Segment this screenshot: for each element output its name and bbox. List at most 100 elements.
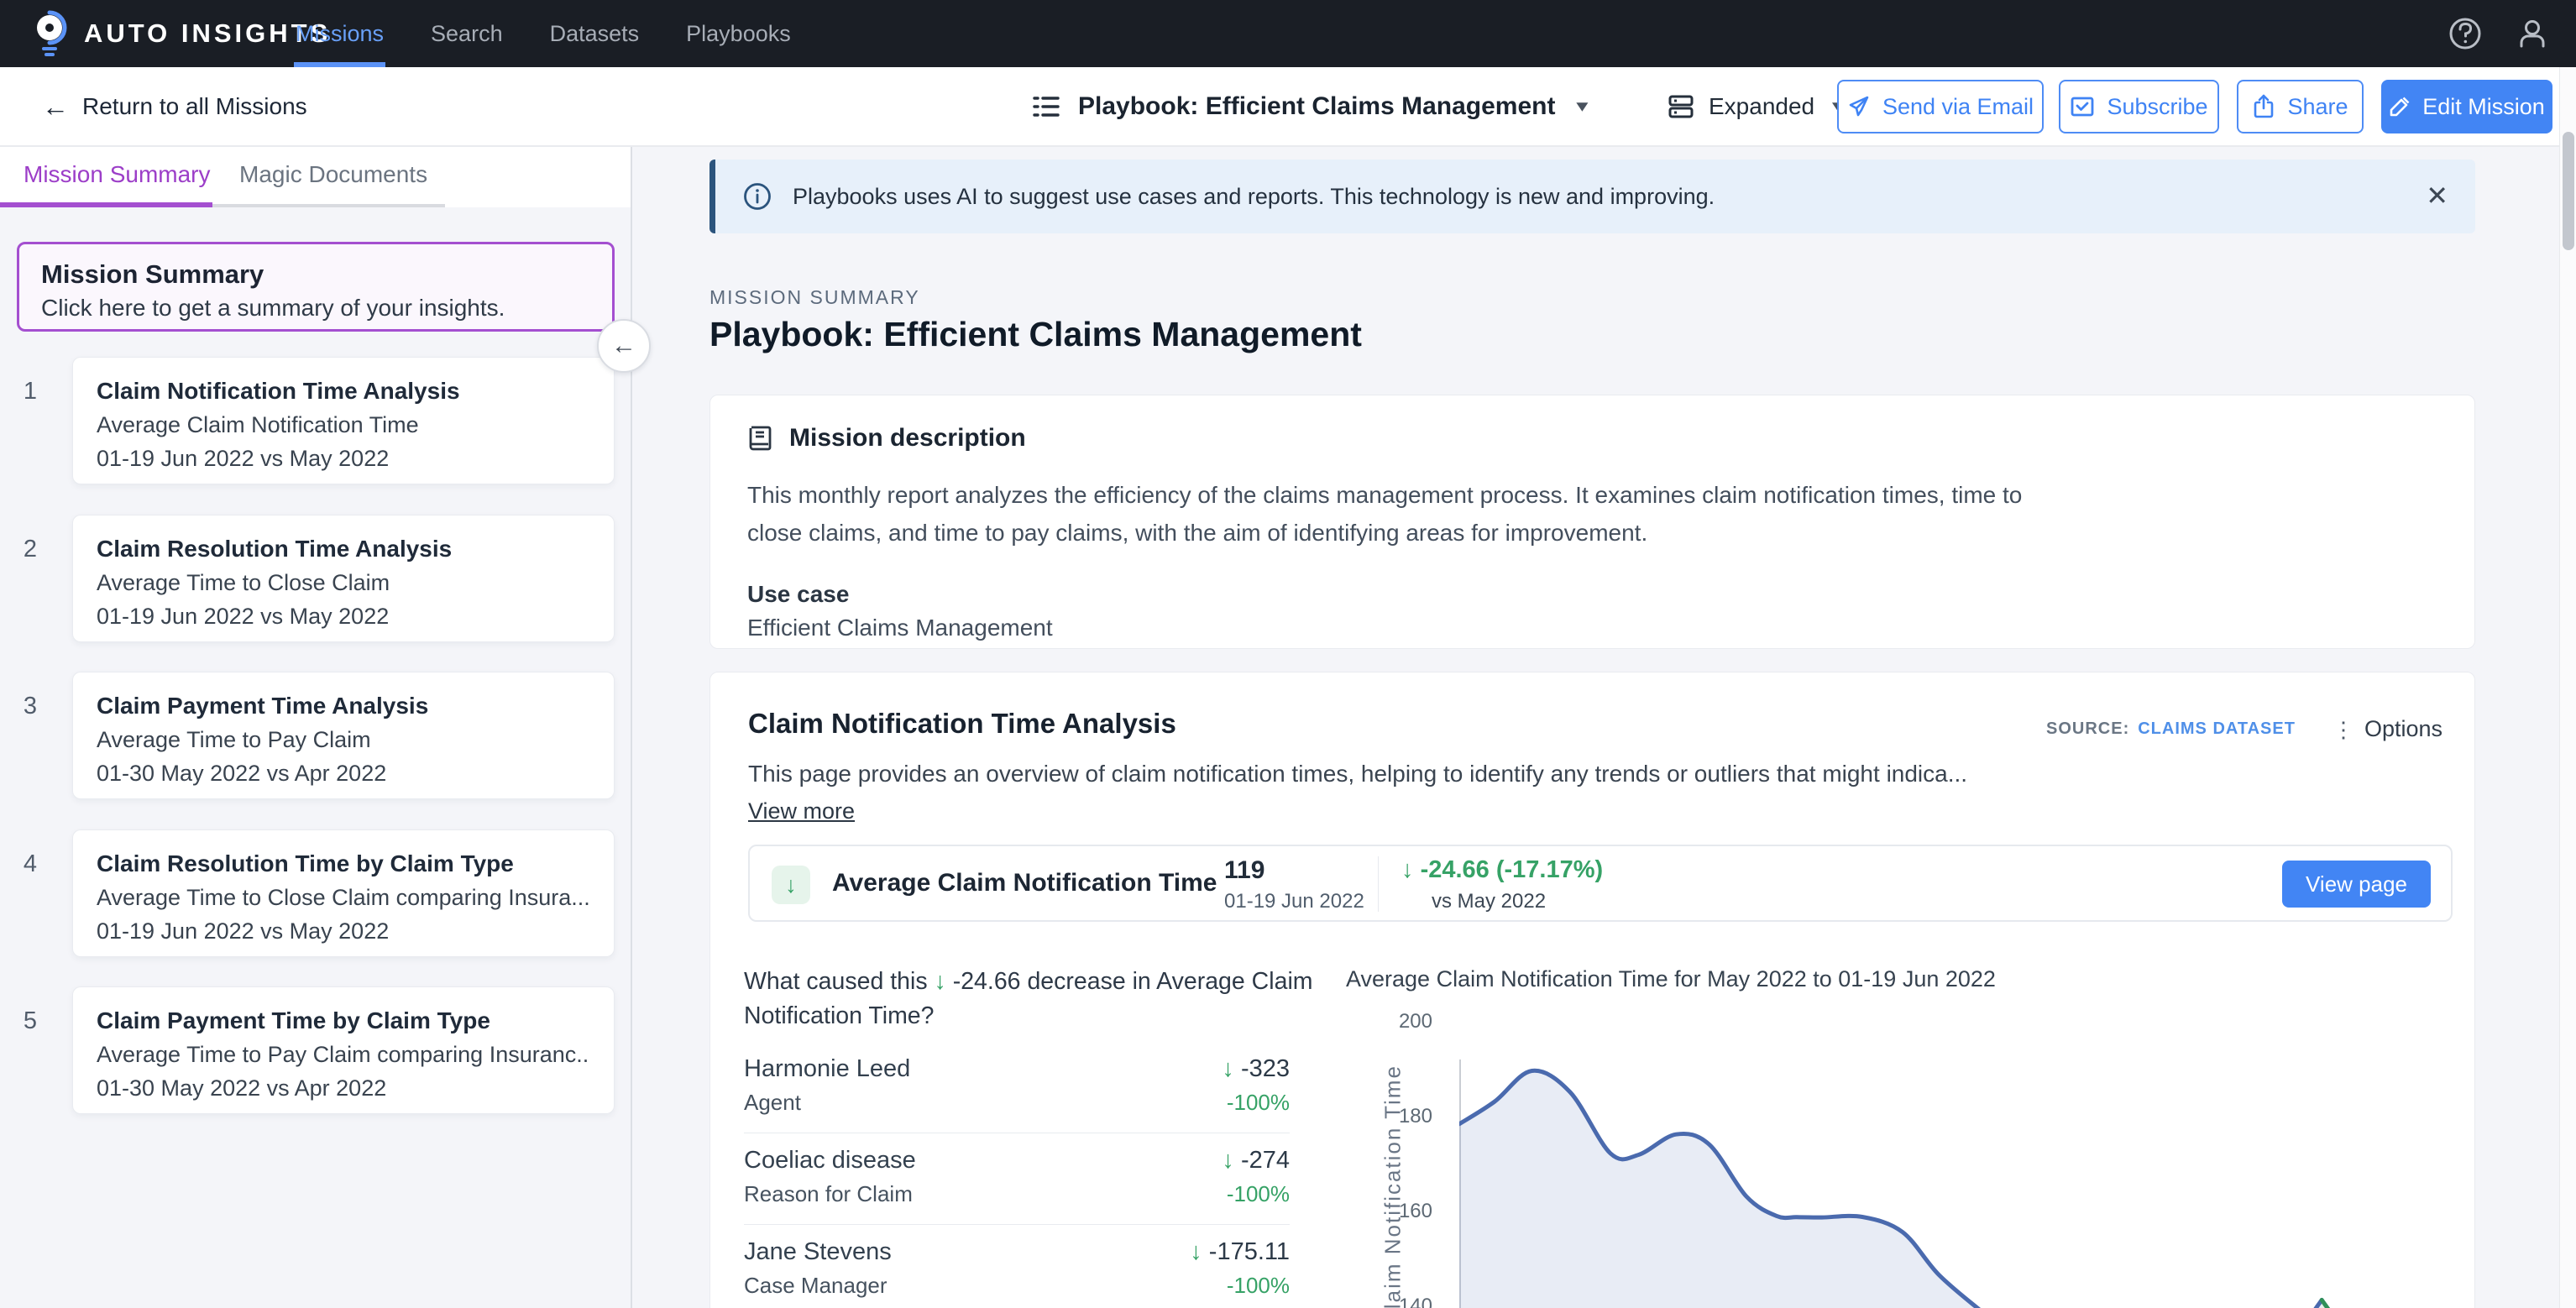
contributor-percent: -100% bbox=[1222, 1090, 1290, 1116]
y-tick-label: 200 bbox=[1365, 1010, 1432, 1033]
user-account-icon[interactable] bbox=[2514, 15, 2551, 52]
share-button[interactable]: Share bbox=[2237, 80, 2364, 133]
report-card-metric: Average Claim Notification Time bbox=[97, 412, 590, 438]
share-label: Share bbox=[2287, 94, 2348, 120]
contributor-name: Jane Stevens bbox=[744, 1238, 892, 1266]
view-more-link[interactable]: View more bbox=[748, 798, 855, 824]
mission-description-card: Mission description This monthly report … bbox=[709, 395, 2475, 649]
paper-plane-icon bbox=[1847, 95, 1871, 118]
report-card-metric: Average Time to Pay Claim bbox=[97, 727, 590, 753]
return-to-missions-link[interactable]: ← Return to all Missions bbox=[42, 67, 307, 145]
contributor-category: Case Manager bbox=[744, 1273, 892, 1299]
nav-item-search[interactable]: Search bbox=[431, 0, 503, 67]
options-label: Options bbox=[2364, 716, 2442, 742]
report-card-1[interactable]: Claim Notification Time Analysis Average… bbox=[72, 357, 615, 484]
report-card-5[interactable]: Claim Payment Time by Claim Type Average… bbox=[72, 986, 615, 1114]
use-case-value: Efficient Claims Management bbox=[747, 615, 2437, 641]
view-mode-dropdown[interactable]: Expanded ▼ bbox=[1667, 67, 1848, 145]
options-menu-button[interactable]: ⋮ Options bbox=[2333, 716, 2442, 742]
back-label: Return to all Missions bbox=[82, 93, 307, 120]
send-via-email-button[interactable]: Send via Email bbox=[1837, 80, 2044, 133]
kebab-menu-icon: ⋮ bbox=[2333, 719, 2354, 740]
mission-summary-card[interactable]: Mission Summary Click here to get a summ… bbox=[17, 242, 615, 332]
down-arrow-icon: ↓ bbox=[1222, 1147, 1241, 1174]
report-card-3[interactable]: Claim Payment Time Analysis Average Time… bbox=[72, 672, 615, 799]
contributor-name: Coeliac disease bbox=[744, 1147, 916, 1175]
nav-item-playbooks[interactable]: Playbooks bbox=[686, 0, 791, 67]
mission-summary-card-subtitle: Click here to get a summary of your insi… bbox=[41, 295, 590, 322]
divider bbox=[1378, 856, 1379, 912]
mission-summary-eyebrow: MISSION SUMMARY bbox=[709, 286, 920, 309]
report-card-period: 01-19 Jun 2022 vs May 2022 bbox=[97, 918, 590, 944]
tab-mission-summary[interactable]: Mission Summary bbox=[24, 147, 210, 202]
ai-info-banner: Playbooks uses AI to suggest use cases a… bbox=[709, 160, 2475, 233]
contributor-value: ↓ -323 bbox=[1222, 1055, 1290, 1083]
use-case-label: Use case bbox=[747, 581, 2437, 608]
close-icon[interactable]: ✕ bbox=[2426, 180, 2448, 212]
brand-title: AUTO INSIGHTS bbox=[84, 0, 331, 67]
contributor-value: ↓ -274 bbox=[1222, 1147, 1290, 1175]
playbook-title-dropdown[interactable]: Playbook: Efficient Claims Management ▼ bbox=[1031, 67, 1592, 145]
edit-mission-label: Edit Mission bbox=[2422, 94, 2545, 120]
view-mode-label: Expanded bbox=[1709, 93, 1814, 120]
down-arrow-icon: ↓ bbox=[1401, 856, 1421, 883]
contributor-list: Harmonie Leed Agent ↓ -323 -100% Coeliac… bbox=[744, 1042, 1290, 1308]
edit-mission-button[interactable]: Edit Mission bbox=[2381, 80, 2552, 133]
rows-layout-icon bbox=[1667, 92, 1695, 121]
report-card-period: 01-19 Jun 2022 vs May 2022 bbox=[97, 446, 590, 472]
mission-sidebar: Mission Summary Magic Documents ← Missio… bbox=[0, 147, 632, 1308]
info-icon bbox=[742, 181, 772, 212]
mission-description-body: This monthly report analyzes the efficie… bbox=[747, 476, 2074, 552]
active-tab-underline bbox=[0, 202, 212, 207]
envelope-check-icon bbox=[2070, 94, 2095, 119]
list-icon bbox=[1031, 92, 1061, 122]
view-page-button[interactable]: View page bbox=[2282, 861, 2431, 908]
report-number: 2 bbox=[12, 536, 49, 563]
line-chart-plot bbox=[1459, 1013, 2467, 1308]
contributor-category: Agent bbox=[744, 1090, 910, 1116]
sidebar-tabs: Mission Summary Magic Documents bbox=[0, 147, 631, 207]
nav-item-datasets[interactable]: Datasets bbox=[550, 0, 640, 67]
contributor-row[interactable]: Jane Stevens Case Manager ↓ -175.11 -100… bbox=[744, 1225, 1290, 1308]
mission-toolbar: ← Return to all Missions Playbook: Effic… bbox=[0, 67, 2576, 147]
report-number: 4 bbox=[12, 850, 49, 878]
main-content: Playbooks uses AI to suggest use cases a… bbox=[634, 147, 2576, 1308]
primary-nav: Missions Search Datasets Playbooks bbox=[296, 0, 791, 67]
report-card-title: Claim Resolution Time by Claim Type bbox=[97, 850, 590, 877]
contributor-row[interactable]: Harmonie Leed Agent ↓ -323 -100% bbox=[744, 1042, 1290, 1133]
report-number: 3 bbox=[12, 693, 49, 720]
report-card-period: 01-30 May 2022 vs Apr 2022 bbox=[97, 761, 590, 787]
subscribe-button[interactable]: Subscribe bbox=[2059, 80, 2219, 133]
playbook-title: Playbook: Efficient Claims Management bbox=[1078, 92, 1555, 121]
nav-item-missions[interactable]: Missions bbox=[296, 0, 384, 67]
subscribe-label: Subscribe bbox=[2107, 94, 2207, 120]
sidebar-collapse-button[interactable]: ← bbox=[597, 319, 651, 373]
source-group: SOURCE: CLAIMS DATASET bbox=[2046, 719, 2296, 739]
report-card-metric: Average Time to Close Claim comparing In… bbox=[97, 885, 590, 911]
mission-summary-card-title: Mission Summary bbox=[41, 259, 590, 290]
scrollbar-thumb[interactable] bbox=[2563, 132, 2574, 250]
report-card-period: 01-30 May 2022 vs Apr 2022 bbox=[97, 1075, 590, 1101]
report-card-title: Claim Payment Time by Claim Type bbox=[97, 1007, 590, 1034]
auto-insights-app: AUTO INSIGHTS Missions Search Datasets P… bbox=[0, 0, 2576, 1308]
metric-value: 119 bbox=[1224, 856, 1264, 885]
contributor-category: Reason for Claim bbox=[744, 1181, 916, 1207]
metric-summary-box: ↓ Average Claim Notification Time 119 01… bbox=[748, 845, 2453, 922]
chevron-down-icon: ▼ bbox=[1572, 97, 1592, 115]
help-icon[interactable] bbox=[2447, 15, 2484, 52]
report-number: 1 bbox=[12, 378, 49, 405]
book-icon bbox=[747, 424, 774, 453]
mission-description-heading: Mission description bbox=[789, 424, 1026, 453]
metric-label: Average Claim Notification Time bbox=[832, 869, 1217, 897]
contributor-row[interactable]: Coeliac disease Reason for Claim ↓ -274 … bbox=[744, 1133, 1290, 1225]
tab-magic-documents[interactable]: Magic Documents bbox=[239, 147, 427, 202]
pencil-icon bbox=[2389, 96, 2411, 118]
source-dataset-link[interactable]: CLAIMS DATASET bbox=[2138, 719, 2296, 739]
metric-period: 01-19 Jun 2022 bbox=[1224, 890, 1364, 913]
share-icon bbox=[2252, 94, 2275, 119]
vertical-scrollbar[interactable] bbox=[2559, 67, 2576, 1308]
driver-question: What caused this ↓ -24.66 decrease in Av… bbox=[744, 965, 1315, 1034]
report-card-4[interactable]: Claim Resolution Time by Claim Type Aver… bbox=[72, 829, 615, 957]
report-card-metric: Average Time to Pay Claim comparing Insu… bbox=[97, 1042, 590, 1068]
report-card-2[interactable]: Claim Resolution Time Analysis Average T… bbox=[72, 515, 615, 642]
